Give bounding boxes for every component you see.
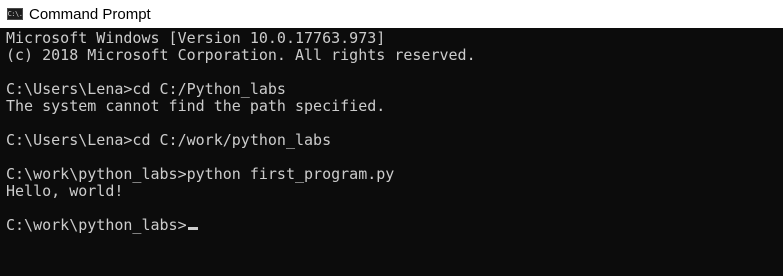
title-bar[interactable]: C:\. Command Prompt <box>0 0 783 28</box>
command-prompt-window: C:\. Command Prompt Microsoft Windows [V… <box>0 0 783 276</box>
console-line: Microsoft Windows [Version 10.0.17763.97… <box>6 29 386 47</box>
cmd-icon: C:\. <box>7 8 23 20</box>
window-title: Command Prompt <box>29 5 151 23</box>
prompt-line[interactable]: C:\work\python_labs> <box>6 217 783 234</box>
console-output[interactable]: Microsoft Windows [Version 10.0.17763.97… <box>0 30 783 276</box>
console-line: Hello, world! <box>6 182 124 200</box>
console-line: C:\work\python_labs>python first_program… <box>6 165 395 183</box>
console-line: C:\Users\Lena>cd C:/work/python_labs <box>6 131 332 149</box>
text-cursor <box>187 227 198 230</box>
current-prompt: C:\work\python_labs> <box>6 216 187 234</box>
console-line: The system cannot find the path specifie… <box>6 97 386 115</box>
console-line: C:\Users\Lena>cd C:/Python_labs <box>6 80 286 98</box>
console-line: (c) 2018 Microsoft Corporation. All righ… <box>6 46 476 64</box>
